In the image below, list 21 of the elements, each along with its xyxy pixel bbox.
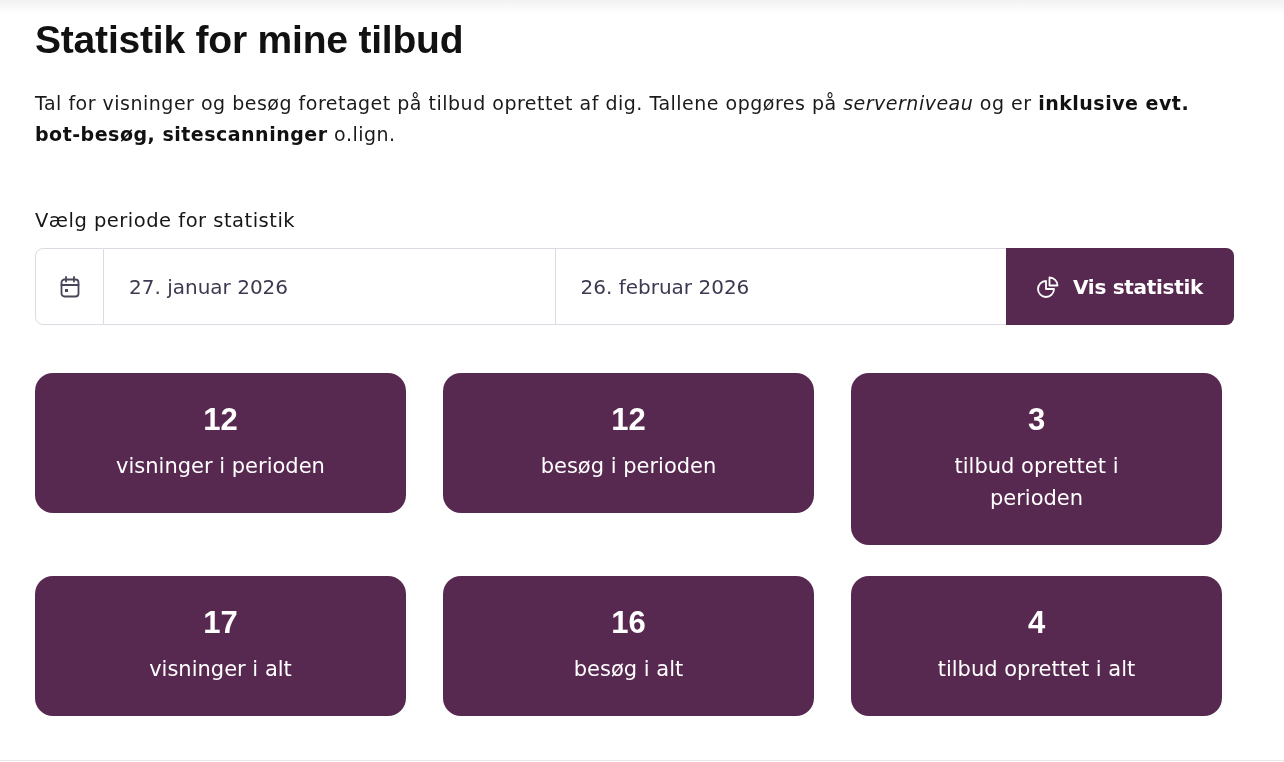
pie-chart-icon [1037, 275, 1059, 298]
stat-label: tilbud oprettet i perioden [953, 453, 1120, 512]
stat-label: besøg i perioden [540, 453, 717, 480]
stat-value: 4 [1027, 605, 1046, 641]
calendar-icon [59, 275, 80, 298]
page-title: Statistik for mine tilbud [35, 17, 465, 63]
end-date-field[interactable]: 26. februar 2026 [554, 248, 1006, 325]
show-statistics-button[interactable]: Vis statistik [1006, 248, 1234, 325]
calendar-button[interactable] [35, 248, 104, 325]
stat-label: besøg i alt [573, 656, 684, 683]
stat-value: 12 [203, 402, 238, 438]
stat-value: 17 [203, 605, 238, 641]
stat-label: visninger i perioden [116, 453, 325, 480]
stat-value: 16 [611, 605, 646, 641]
period-label: Vælg periode for statistik [35, 208, 297, 234]
intro-text: Tal for visninger og besøg foretaget på tilbud oprettet af dig. Tallene opgøres på serverniveau og er inklusive evt. bot-besøg, sitescanninger o.lign. [35, 91, 1191, 147]
stat-label: visninger i alt [149, 656, 292, 683]
stat-value: 12 [611, 402, 646, 438]
start-date-field[interactable]: 27. januar 2026 [104, 248, 555, 325]
stat-value: 3 [1027, 402, 1046, 438]
stat-label: tilbud oprettet i alt [937, 656, 1136, 683]
